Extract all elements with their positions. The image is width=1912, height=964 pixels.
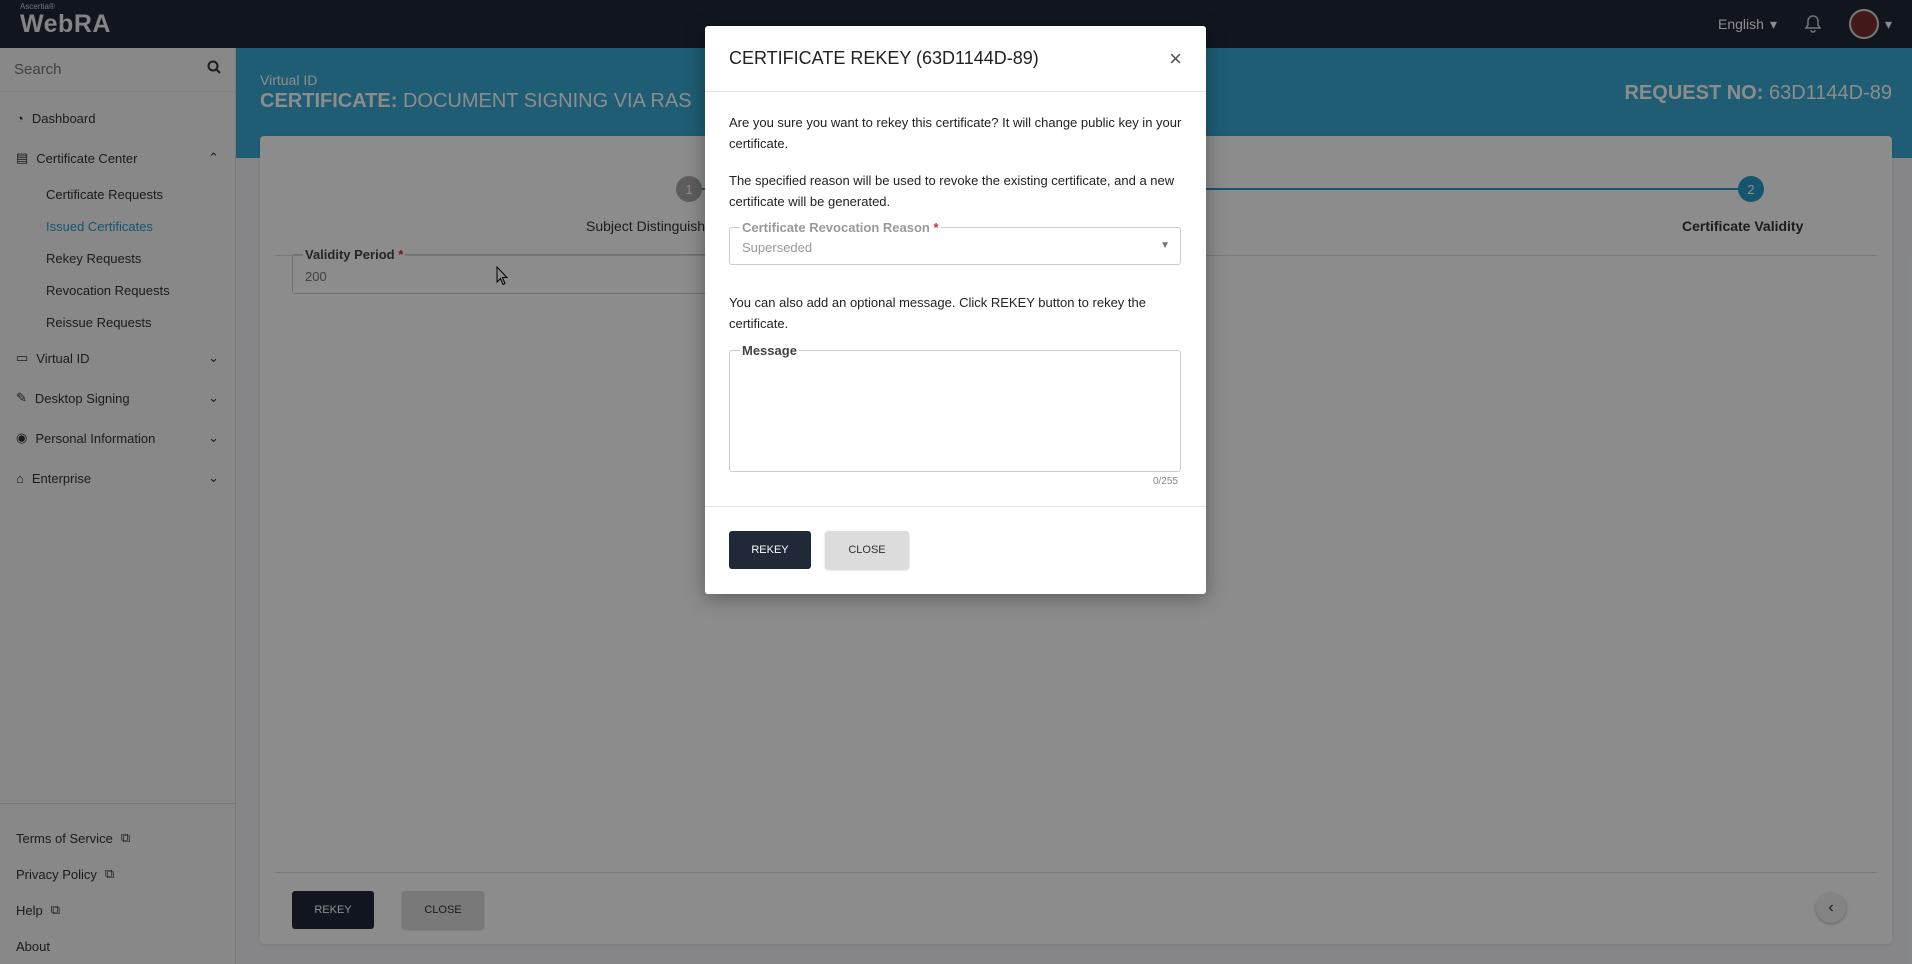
- dialog-header: CERTIFICATE REKEY (63D1144D-89) ×: [705, 26, 1206, 92]
- reason-text: The specified reason will be used to rev…: [729, 173, 1175, 209]
- dialog-body: Are you sure you want to rekey this cert…: [705, 92, 1206, 506]
- message-field: Message: [729, 343, 1181, 472]
- character-counter: 0/255: [1152, 476, 1178, 486]
- message-label: Message: [740, 343, 799, 358]
- field-label: Certificate Revocation Reason *: [740, 220, 941, 235]
- revocation-reason-select[interactable]: Certificate Revocation Reason * Supersed…: [729, 220, 1181, 265]
- message-textarea[interactable]: [738, 361, 1172, 461]
- dialog-rekey-button[interactable]: REKEY: [729, 531, 811, 569]
- chevron-down-icon: ▼: [1160, 240, 1170, 251]
- required-mark: *: [933, 220, 939, 235]
- reason-label-text: Certificate Revocation Reason: [742, 220, 930, 235]
- reason-value: Superseded: [742, 240, 813, 255]
- rekey-dialog: CERTIFICATE REKEY (63D1144D-89) × Are yo…: [705, 26, 1206, 594]
- close-icon[interactable]: ×: [1169, 46, 1182, 72]
- dialog-close-button[interactable]: CLOSE: [825, 531, 909, 569]
- dialog-title: CERTIFICATE REKEY (63D1144D-89): [729, 48, 1039, 68]
- optional-message-text: You can also add an optional message. Cl…: [729, 295, 1146, 331]
- dialog-footer: REKEY CLOSE: [705, 506, 1206, 594]
- confirm-text: Are you sure you want to rekey this cert…: [729, 115, 1182, 151]
